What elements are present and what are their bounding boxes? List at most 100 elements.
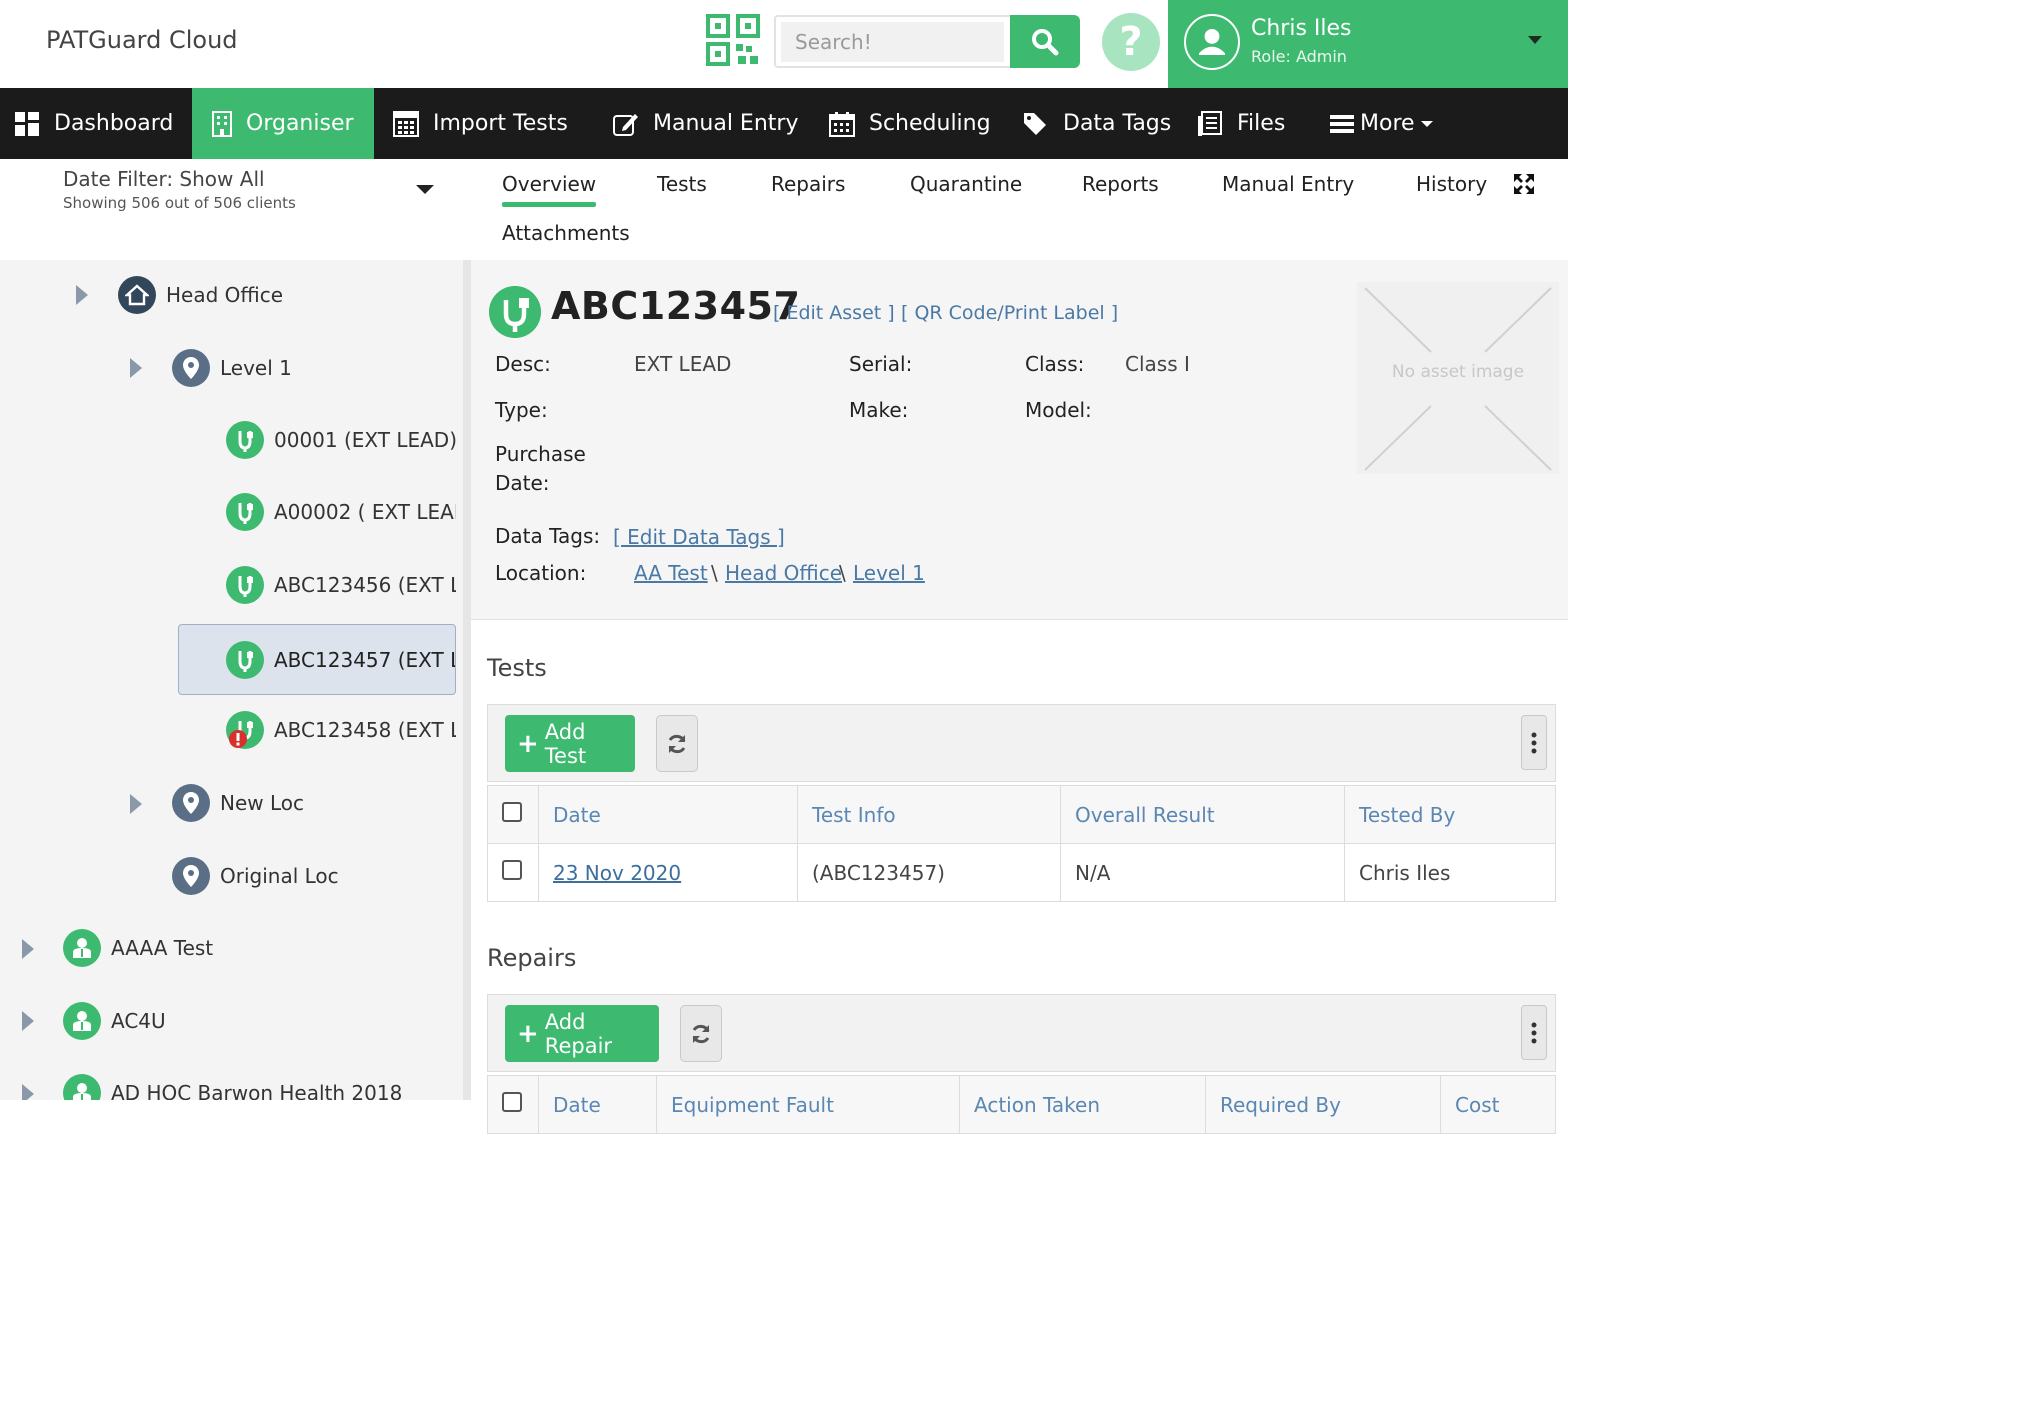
column-header-overall-result[interactable]: Overall Result: [1060, 785, 1345, 844]
tree-item-asset[interactable]: A00002 ( EXT LEAD: [226, 482, 456, 542]
column-header-date[interactable]: Date: [538, 785, 798, 844]
location-link-level[interactable]: Level 1: [853, 561, 925, 585]
tab-repairs[interactable]: Repairs: [771, 172, 845, 196]
nav-organiser-label: Organiser: [246, 111, 354, 136]
expand-icon[interactable]: [1512, 172, 1536, 196]
tree-item-client[interactable]: AD HOC Barwon Health 2018: [63, 1063, 402, 1100]
purchase-date-label: Purchase: [495, 442, 586, 466]
asset-id: ABC123457: [551, 284, 801, 328]
user-menu[interactable]: Chris Iles Role: Admin: [1168, 0, 1568, 88]
add-repair-label: Add Repair: [544, 1009, 613, 1058]
tab-overview[interactable]: Overview: [502, 172, 596, 196]
nav-data-tags[interactable]: Data Tags: [1023, 88, 1171, 159]
tab-attachments[interactable]: Attachments: [502, 221, 630, 245]
add-repair-button[interactable]: + Add Repair: [505, 1005, 659, 1062]
search-input[interactable]: [781, 22, 1004, 62]
expand-arrow-icon[interactable]: [22, 1084, 34, 1100]
tree-item-label: ABC123457 (EXT L: [274, 647, 456, 672]
column-header-test-info[interactable]: Test Info: [797, 785, 1061, 844]
nav-organiser[interactable]: Organiser: [192, 88, 374, 159]
refresh-repairs-button[interactable]: [680, 1005, 722, 1062]
expand-arrow-icon[interactable]: [22, 939, 34, 959]
edit-asset-link[interactable]: [ Edit Asset ]: [773, 302, 895, 324]
alert-icon: [229, 730, 247, 748]
map-pin-icon: [172, 857, 210, 895]
tree-item-new-loc[interactable]: New Loc: [172, 773, 304, 833]
calculator-icon: [393, 110, 419, 137]
tree-item-label: AAAA Test: [111, 936, 214, 960]
tree-item-asset[interactable]: 00001 (EXT LEAD): [226, 410, 457, 470]
location-link-site[interactable]: Head Office: [725, 561, 842, 585]
refresh-tests-button[interactable]: [656, 715, 698, 772]
search-icon: [1032, 28, 1059, 55]
tree-item-original-loc[interactable]: Original Loc: [172, 846, 339, 906]
nav-files[interactable]: Files: [1197, 88, 1285, 159]
tree-item-level-1[interactable]: Level 1: [172, 338, 292, 398]
plus-icon: +: [517, 1018, 539, 1049]
plug-icon: [226, 640, 264, 679]
add-test-button[interactable]: + Add Test: [505, 715, 635, 772]
edit-data-tags-link[interactable]: [ Edit Data Tags ]: [613, 525, 785, 549]
kebab-menu-icon: [1531, 732, 1537, 753]
column-header-equipment-fault[interactable]: Equipment Fault: [656, 1075, 960, 1134]
repairs-options-button[interactable]: [1521, 1005, 1547, 1060]
tests-toolbar: + Add Test: [487, 704, 1556, 782]
expand-arrow-icon[interactable]: [76, 285, 88, 305]
purchase-date-label-2: Date:: [495, 471, 550, 495]
search-button[interactable]: [1010, 15, 1080, 68]
select-all-checkbox[interactable]: [502, 802, 522, 822]
column-header-action-taken[interactable]: Action Taken: [959, 1075, 1206, 1134]
plug-failed-icon: [226, 711, 264, 749]
column-header-required-by[interactable]: Required By: [1205, 1075, 1441, 1134]
date-filter-title[interactable]: Date Filter: Show All: [63, 167, 265, 191]
tab-quarantine[interactable]: Quarantine: [910, 172, 1022, 196]
panel-resize-handle[interactable]: [463, 260, 471, 1100]
date-filter-dropdown-icon[interactable]: [416, 185, 434, 194]
tree-item-asset-selected[interactable]: ABC123457 (EXT L: [178, 624, 456, 695]
client-icon: [63, 929, 101, 967]
select-all-checkbox[interactable]: [502, 1092, 522, 1112]
qr-print-label-link[interactable]: [ QR Code/Print Label ]: [901, 302, 1118, 324]
tab-manual-entry[interactable]: Manual Entry: [1222, 172, 1354, 196]
row-checkbox[interactable]: [502, 860, 522, 880]
refresh-icon: [692, 1024, 710, 1043]
expand-arrow-icon[interactable]: [22, 1011, 34, 1031]
test-date-link[interactable]: 23 Nov 2020: [553, 861, 681, 885]
tree-item-asset-failed[interactable]: ABC123458 (EXT L: [226, 700, 456, 760]
qr-code-icon[interactable]: [706, 14, 760, 66]
nav-manual-entry[interactable]: Manual Entry: [613, 88, 798, 159]
class-value: Class I: [1125, 352, 1190, 376]
nav-manual-entry-label: Manual Entry: [653, 111, 799, 136]
make-label: Make:: [849, 398, 909, 422]
plug-icon: [226, 421, 264, 459]
tab-reports[interactable]: Reports: [1082, 172, 1159, 196]
tree-item-head-office[interactable]: Head Office: [118, 265, 283, 325]
nav-import-tests[interactable]: Import Tests: [393, 88, 568, 159]
files-icon: [1198, 110, 1222, 136]
tree-item-asset[interactable]: ABC123456 (EXT L: [226, 555, 456, 615]
tree-item-label: Original Loc: [220, 864, 339, 888]
location-link-client[interactable]: AA Test: [634, 561, 708, 585]
tab-history[interactable]: History: [1416, 172, 1487, 196]
help-button[interactable]: ?: [1102, 13, 1160, 71]
building-icon: [212, 110, 232, 137]
column-header-tested-by[interactable]: Tested By: [1344, 785, 1556, 844]
column-header-cost[interactable]: Cost: [1440, 1075, 1556, 1134]
nav-more[interactable]: More: [1330, 88, 1433, 159]
overall-result-cell: N/A: [1060, 843, 1345, 902]
tree-item-client[interactable]: AC4U: [63, 991, 166, 1051]
main-nav: Dashboard Organiser Import Tests Manual …: [0, 88, 1568, 159]
app-title[interactable]: PATGuard Cloud: [46, 26, 238, 54]
chevron-down-icon[interactable]: [1528, 36, 1542, 44]
tests-options-button[interactable]: [1521, 715, 1547, 770]
expand-arrow-icon[interactable]: [130, 358, 142, 378]
nav-scheduling[interactable]: Scheduling: [829, 88, 991, 159]
tab-tests[interactable]: Tests: [657, 172, 707, 196]
calendar-icon: [829, 111, 855, 137]
expand-arrow-icon[interactable]: [130, 794, 142, 814]
nav-dashboard[interactable]: Dashboard: [0, 88, 192, 159]
row-select-cell: [487, 843, 539, 902]
column-header-date[interactable]: Date: [538, 1075, 657, 1134]
tree-item-client[interactable]: AAAA Test: [63, 918, 213, 978]
list-icon: [1330, 114, 1354, 133]
